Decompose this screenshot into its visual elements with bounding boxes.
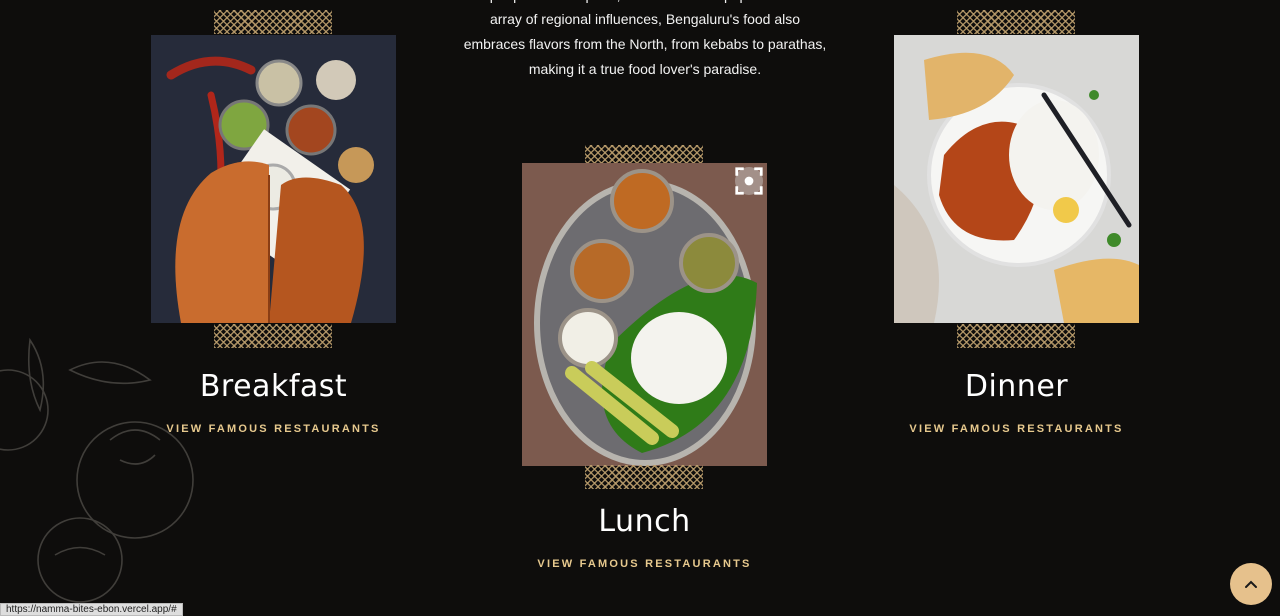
view-restaurants-link[interactable]: VIEW FAMOUS RESTAURANTS — [151, 423, 396, 435]
status-url-bar: https://namma-bites-ebon.vercel.app/# — [0, 603, 183, 616]
decor-pattern-top — [957, 10, 1075, 34]
decor-pattern-top — [214, 10, 332, 34]
view-restaurants-link[interactable]: VIEW FAMOUS RESTAURANTS — [894, 423, 1139, 435]
scroll-to-top-button[interactable] — [1230, 563, 1272, 605]
decor-pattern-bottom — [585, 465, 703, 489]
view-restaurants-link[interactable]: VIEW FAMOUS RESTAURANTS — [522, 558, 767, 570]
meal-title: Breakfast — [199, 369, 348, 404]
visual-search-button[interactable] — [735, 167, 763, 195]
lunch-image — [522, 163, 767, 466]
intro-line-3: making it a true food lover's paradise. — [528, 61, 762, 77]
intro-line-2: embraces flavors from the North, from ke… — [463, 36, 827, 52]
dinner-image — [894, 35, 1139, 323]
decor-pattern-bottom — [957, 324, 1075, 348]
meal-title: Lunch — [598, 504, 691, 539]
intro-line-1: array of regional influences, Bengaluru'… — [489, 11, 801, 27]
decor-pattern-bottom — [214, 324, 332, 348]
vegetable-sketch-decoration — [0, 337, 194, 603]
lens-icon — [735, 167, 763, 195]
chevron-up-icon — [1245, 580, 1257, 588]
breakfast-image — [151, 35, 396, 323]
meal-title: Dinner — [964, 369, 1069, 404]
